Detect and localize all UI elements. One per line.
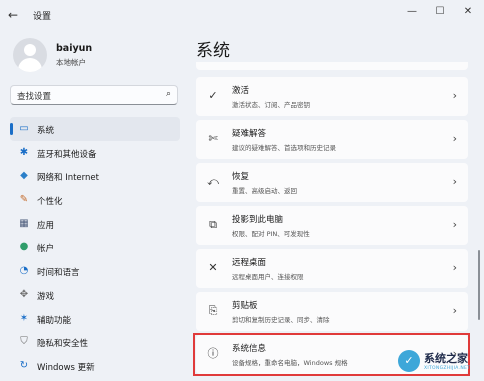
update-icon: ↻: [19, 359, 29, 371]
card-description: 激活状态、订阅、产品密钥: [232, 101, 310, 109]
project-screen-icon: ⧉: [209, 218, 217, 231]
sidebar-item-label: 系统: [37, 126, 55, 136]
sidebar-item-label: Windows 更新: [37, 362, 95, 373]
search-icon: ⌕: [165, 89, 171, 99]
wrench-icon: ✄: [208, 132, 218, 145]
avatar: [13, 38, 47, 72]
activation-check-icon: ✓: [208, 89, 218, 102]
search-input[interactable]: 查找设置 ⌕: [10, 85, 178, 105]
account-type: 本地帐户: [56, 58, 86, 67]
sidebar-item-label: 蓝牙和其他设备: [37, 149, 97, 160]
settings-card[interactable]: ⎘ 剪贴板剪切和复制历史记录、同步、清除 ›: [196, 292, 468, 331]
sidebar-item[interactable]: ✥ 游戏: [10, 283, 180, 307]
avatar-body: [18, 58, 42, 72]
page-title: 系统: [196, 41, 230, 61]
watermark-url: XITONGZHIJIA.NET: [424, 366, 471, 371]
monitor-icon: ▭: [19, 123, 29, 134]
search-placeholder: 查找设置: [17, 92, 52, 102]
maximize-button[interactable]: ☐: [426, 4, 454, 20]
sidebar-item-label: 帐户: [37, 244, 55, 255]
card-description: 远程桌面用户、连接权限: [232, 273, 304, 281]
watermark-badge: ✓: [398, 350, 420, 372]
sidebar-item[interactable]: ◔ 时间和语言: [10, 259, 180, 283]
sidebar-item-label: 时间和语言: [37, 268, 80, 279]
card-description: 建议的疑难解答、首选项和历史记录: [232, 144, 336, 152]
sidebar-item-label: 游戏: [37, 291, 55, 302]
sidebar-item[interactable]: ● 帐户: [10, 235, 180, 259]
wifi-icon: ◆: [20, 170, 28, 182]
card-title: 剪贴板: [232, 301, 258, 311]
card-partial: [196, 62, 468, 70]
chevron-right-icon: ›: [452, 132, 457, 145]
globe-clock-icon: ◔: [19, 265, 29, 277]
watermark-text: 系统之家: [424, 352, 468, 365]
bluetooth-icon: ✱: [19, 146, 29, 158]
brush-icon: ✎: [19, 194, 29, 206]
clipboard-icon: ⎘: [208, 304, 218, 317]
sidebar-item-label: 隐私和安全性: [37, 339, 89, 350]
minimize-button[interactable]: —: [398, 4, 426, 20]
sidebar-item[interactable]: ▦ 应用: [10, 212, 180, 236]
sidebar-item[interactable]: ⛉ 隐私和安全性: [10, 330, 180, 354]
avatar-head: [24, 44, 36, 56]
gamepad-icon: ✥: [19, 288, 29, 300]
sidebar-item[interactable]: ↻ Windows 更新: [10, 354, 180, 378]
card-title: 恢复: [232, 172, 250, 182]
sidebar-item-label: 辅助功能: [37, 315, 72, 326]
sidebar-item-label: 应用: [37, 220, 55, 231]
settings-card[interactable]: ✓ 激活激活状态、订阅、产品密钥 ›: [196, 77, 468, 116]
card-title: 远程桌面: [232, 258, 267, 268]
account-icon: ●: [19, 241, 29, 253]
remote-desktop-icon: ✕: [208, 261, 218, 274]
close-button[interactable]: ✕: [454, 4, 482, 20]
scrollbar[interactable]: [478, 250, 480, 320]
sidebar-item-label: 网络和 Internet: [37, 173, 99, 184]
settings-card[interactable]: ⤺ 恢复重置、高级启动、返回 ›: [196, 163, 468, 202]
sidebar-item[interactable]: ✎ 个性化: [10, 188, 180, 212]
accessibility-icon: ✶: [19, 312, 29, 324]
sidebar-nav: ▭ 系统 ✱ 蓝牙和其他设备 ◆ 网络和 Internet ✎ 个性化 ▦ 应用 ● 帐户 ◔ 时间和语言…: [10, 117, 180, 378]
settings-card[interactable]: ✕ 远程桌面远程桌面用户、连接权限 ›: [196, 249, 468, 288]
card-description: 重置、高级启动、返回: [232, 187, 297, 195]
chevron-right-icon: ›: [452, 304, 457, 317]
sidebar-item[interactable]: ◆ 网络和 Internet: [10, 164, 180, 188]
app-title: 设置: [33, 12, 52, 22]
card-title: 激活: [232, 86, 250, 96]
chevron-right-icon: ›: [452, 218, 457, 231]
settings-card[interactable]: ⧉ 投影到此电脑权限、配对 PIN、可发现性 ›: [196, 206, 468, 245]
sidebar-item[interactable]: ✶ 辅助功能: [10, 307, 180, 331]
card-title: 疑难解答: [232, 129, 267, 139]
user-name: baiyun: [56, 43, 93, 54]
card-description: 权限、配对 PIN、可发现性: [232, 230, 310, 238]
sidebar-item[interactable]: ▭ 系统: [10, 117, 180, 141]
card-description: 剪切和复制历史记录、同步、清除: [232, 316, 330, 324]
card-title: 投影到此电脑: [232, 215, 284, 225]
title-bar: ← 设置 — ☐ ✕: [0, 0, 484, 30]
back-button[interactable]: ←: [8, 8, 18, 22]
recovery-icon: ⤺: [207, 175, 219, 188]
sidebar-item[interactable]: ✱ 蓝牙和其他设备: [10, 141, 180, 165]
settings-card[interactable]: ✄ 疑难解答建议的疑难解答、首选项和历史记录 ›: [196, 120, 468, 159]
chevron-right-icon: ›: [452, 175, 457, 188]
chevron-right-icon: ›: [452, 261, 457, 274]
shield-icon: ⛉: [20, 336, 28, 348]
watermark-logo: ✓ 系统之家 XITONGZHIJIA.NET: [398, 347, 478, 377]
chevron-right-icon: ›: [452, 89, 457, 102]
sidebar-item-label: 个性化: [37, 197, 63, 208]
apps-icon: ▦: [19, 217, 29, 229]
